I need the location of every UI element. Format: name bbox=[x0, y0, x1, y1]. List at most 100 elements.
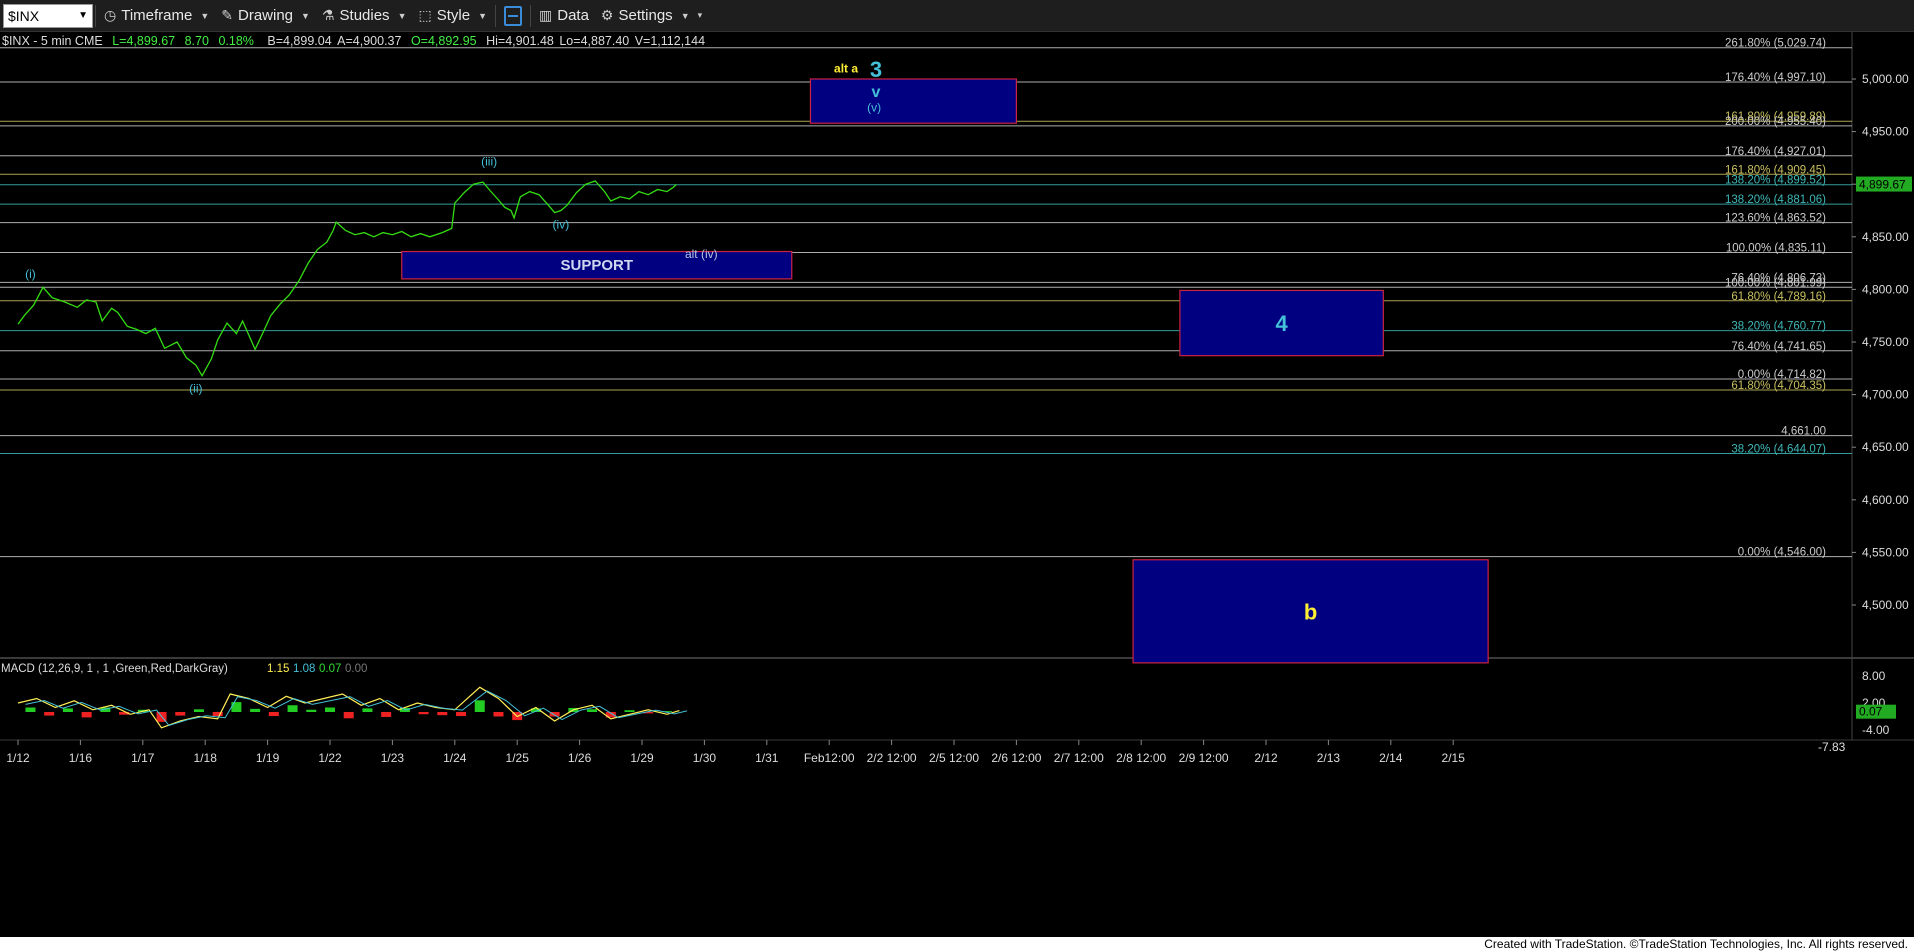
time-tick-label: 1/31 bbox=[755, 751, 779, 765]
style-button[interactable]: ⬚ Style ▼ bbox=[412, 3, 493, 29]
footer: Created with TradeStation. ©TradeStation… bbox=[0, 937, 1914, 951]
wave-label: (ii) bbox=[189, 381, 202, 395]
time-tick-label: 1/23 bbox=[381, 751, 405, 765]
price-tick-label: 4,950.00 bbox=[1862, 125, 1909, 139]
macd-tick-label: -4.00 bbox=[1862, 723, 1890, 737]
fib-level-label: 4,661.00 bbox=[1781, 426, 1826, 438]
zone-label: b bbox=[1304, 599, 1317, 624]
chevron-down-icon: ▼ bbox=[478, 10, 487, 21]
fib-level-label: 176.40% (4,997.10) bbox=[1725, 72, 1826, 84]
macd-tick-label: -7.83 bbox=[1818, 740, 1846, 754]
chevron-down-icon: ▼ bbox=[397, 10, 407, 21]
settings-label: Settings bbox=[618, 7, 673, 24]
fib-level-label: 0.00% (4,546.00) bbox=[1738, 547, 1826, 559]
time-tick-label: 1/18 bbox=[194, 751, 218, 765]
fib-level-label: 200.00% (4,955.40) bbox=[1725, 116, 1826, 128]
studies-button[interactable]: ⚗ Studies ▼ bbox=[316, 3, 413, 29]
fib-level-label: 76.40% (4,741.65) bbox=[1731, 341, 1826, 353]
wave-label: (i) bbox=[25, 267, 36, 281]
macd-histogram-bar bbox=[456, 712, 467, 717]
fib-level-label: 38.20% (4,760.77) bbox=[1731, 321, 1826, 333]
fib-level-label: 100.00% (4,801.99) bbox=[1725, 277, 1826, 289]
studies-label: Studies bbox=[339, 7, 390, 24]
time-tick-label: 2/15 bbox=[1442, 751, 1466, 765]
time-tick-label: 1/22 bbox=[318, 751, 342, 765]
timeframe-label: Timeframe bbox=[121, 7, 193, 24]
data-button[interactable]: ▥ Data bbox=[533, 3, 595, 29]
clock-icon: ◷ bbox=[104, 7, 117, 23]
macd-histogram-bar bbox=[25, 707, 36, 712]
time-tick-label: 1/25 bbox=[506, 751, 530, 765]
time-tick-label: 2/9 12:00 bbox=[1179, 751, 1229, 765]
macd-histogram-bar bbox=[268, 712, 279, 717]
macd-histogram-bar bbox=[175, 712, 186, 716]
price-tick-label: 5,000.00 bbox=[1862, 72, 1909, 86]
more-icon: ▾ bbox=[697, 10, 703, 20]
time-tick-label: 2/2 12:00 bbox=[867, 751, 917, 765]
macd-histogram-bar bbox=[587, 709, 598, 712]
style-icon: ⬚ bbox=[418, 7, 432, 23]
zone-label: 4 bbox=[1275, 311, 1288, 336]
macd-histogram-bar bbox=[325, 707, 335, 712]
time-tick-label: 2/12 bbox=[1254, 751, 1278, 765]
price-tick-label: 4,550.00 bbox=[1862, 545, 1909, 559]
macd-histogram-bar bbox=[250, 708, 261, 712]
layout-icon[interactable] bbox=[504, 5, 522, 26]
price-tick-label: 4,850.00 bbox=[1862, 230, 1909, 244]
price-tick-label: 4,800.00 bbox=[1862, 282, 1909, 296]
price-tick-label: 4,600.00 bbox=[1862, 493, 1909, 507]
chevron-down-icon: ▼ bbox=[680, 10, 690, 21]
wave-label: (iii) bbox=[481, 154, 497, 168]
time-tick-label: Feb12:00 bbox=[804, 751, 855, 765]
macd-histogram-bar bbox=[418, 712, 429, 715]
time-tick-label: 1/30 bbox=[693, 751, 717, 765]
chevron-down-icon[interactable]: ▼ bbox=[78, 10, 88, 21]
time-tick-label: 2/8 12:00 bbox=[1116, 751, 1166, 765]
copyright-text: Created with TradeStation. ©TradeStation… bbox=[1484, 937, 1908, 951]
macd-histogram-bar bbox=[44, 712, 55, 716]
time-tick-label: 2/13 bbox=[1317, 751, 1341, 765]
symbol-input[interactable]: $INX ▼ bbox=[3, 3, 93, 28]
time-tick-label: 2/14 bbox=[1379, 751, 1403, 765]
wave-label: (v) bbox=[867, 101, 881, 115]
wave-label: v bbox=[872, 84, 881, 101]
data-label: Data bbox=[557, 7, 589, 24]
macd-histogram-bar bbox=[493, 712, 504, 717]
time-tick-label: 1/19 bbox=[256, 751, 280, 765]
toolbar-divider bbox=[495, 4, 496, 27]
macd-title: MACD (12,26,9, 1 , 1 ,Green,Red,DarkGray… bbox=[1, 663, 228, 675]
style-label: Style bbox=[436, 7, 471, 24]
settings-button[interactable]: ⚙ Settings ▼ ▾ bbox=[595, 3, 708, 29]
target-zone bbox=[809, 78, 1017, 124]
toolbar-divider bbox=[95, 4, 96, 27]
bar-chart-icon: ▥ bbox=[539, 7, 553, 23]
wave-label: (iv) bbox=[553, 217, 570, 231]
toolbar: $INX ▼ ◷ Timeframe ▼ ✎ Drawing ▼ ⚗ Studi… bbox=[0, 0, 1914, 32]
toolbar-divider bbox=[530, 4, 531, 27]
chevron-down-icon: ▼ bbox=[301, 10, 310, 21]
pencil-icon: ✎ bbox=[221, 7, 233, 23]
timeframe-button[interactable]: ◷ Timeframe ▼ bbox=[98, 3, 215, 29]
macd-signal-line bbox=[25, 690, 688, 726]
fib-level-label: 176.40% (4,927.01) bbox=[1725, 146, 1826, 158]
wave-label: 3 bbox=[870, 57, 882, 82]
macd-value: 1.08 bbox=[293, 663, 315, 675]
fib-level-label: 61.80% (4,789.16) bbox=[1731, 291, 1826, 303]
zone-label: SUPPORT bbox=[561, 257, 634, 274]
time-tick-label: 1/17 bbox=[131, 751, 155, 765]
macd-histogram-bar bbox=[287, 705, 298, 712]
macd-histogram-bar bbox=[81, 712, 92, 718]
drawing-button[interactable]: ✎ Drawing ▼ bbox=[215, 3, 316, 29]
price-tick-label: 4,750.00 bbox=[1862, 335, 1909, 349]
price-chart[interactable]: 261.80% (5,029.74)176.40% (4,997.10)161.… bbox=[0, 32, 1914, 937]
fib-level-label: 261.80% (5,029.74) bbox=[1725, 38, 1826, 50]
fib-level-label: 138.20% (4,881.06) bbox=[1725, 194, 1826, 206]
macd-histogram-bar bbox=[381, 712, 392, 717]
chevron-down-icon: ▼ bbox=[200, 10, 210, 21]
macd-histogram-bar bbox=[231, 702, 242, 712]
last-price-label: 4,899.67 bbox=[1859, 178, 1906, 192]
macd-line bbox=[17, 686, 680, 729]
macd-histogram-bar bbox=[362, 708, 373, 712]
time-tick-label: 1/26 bbox=[568, 751, 592, 765]
time-tick-label: 1/24 bbox=[443, 751, 467, 765]
